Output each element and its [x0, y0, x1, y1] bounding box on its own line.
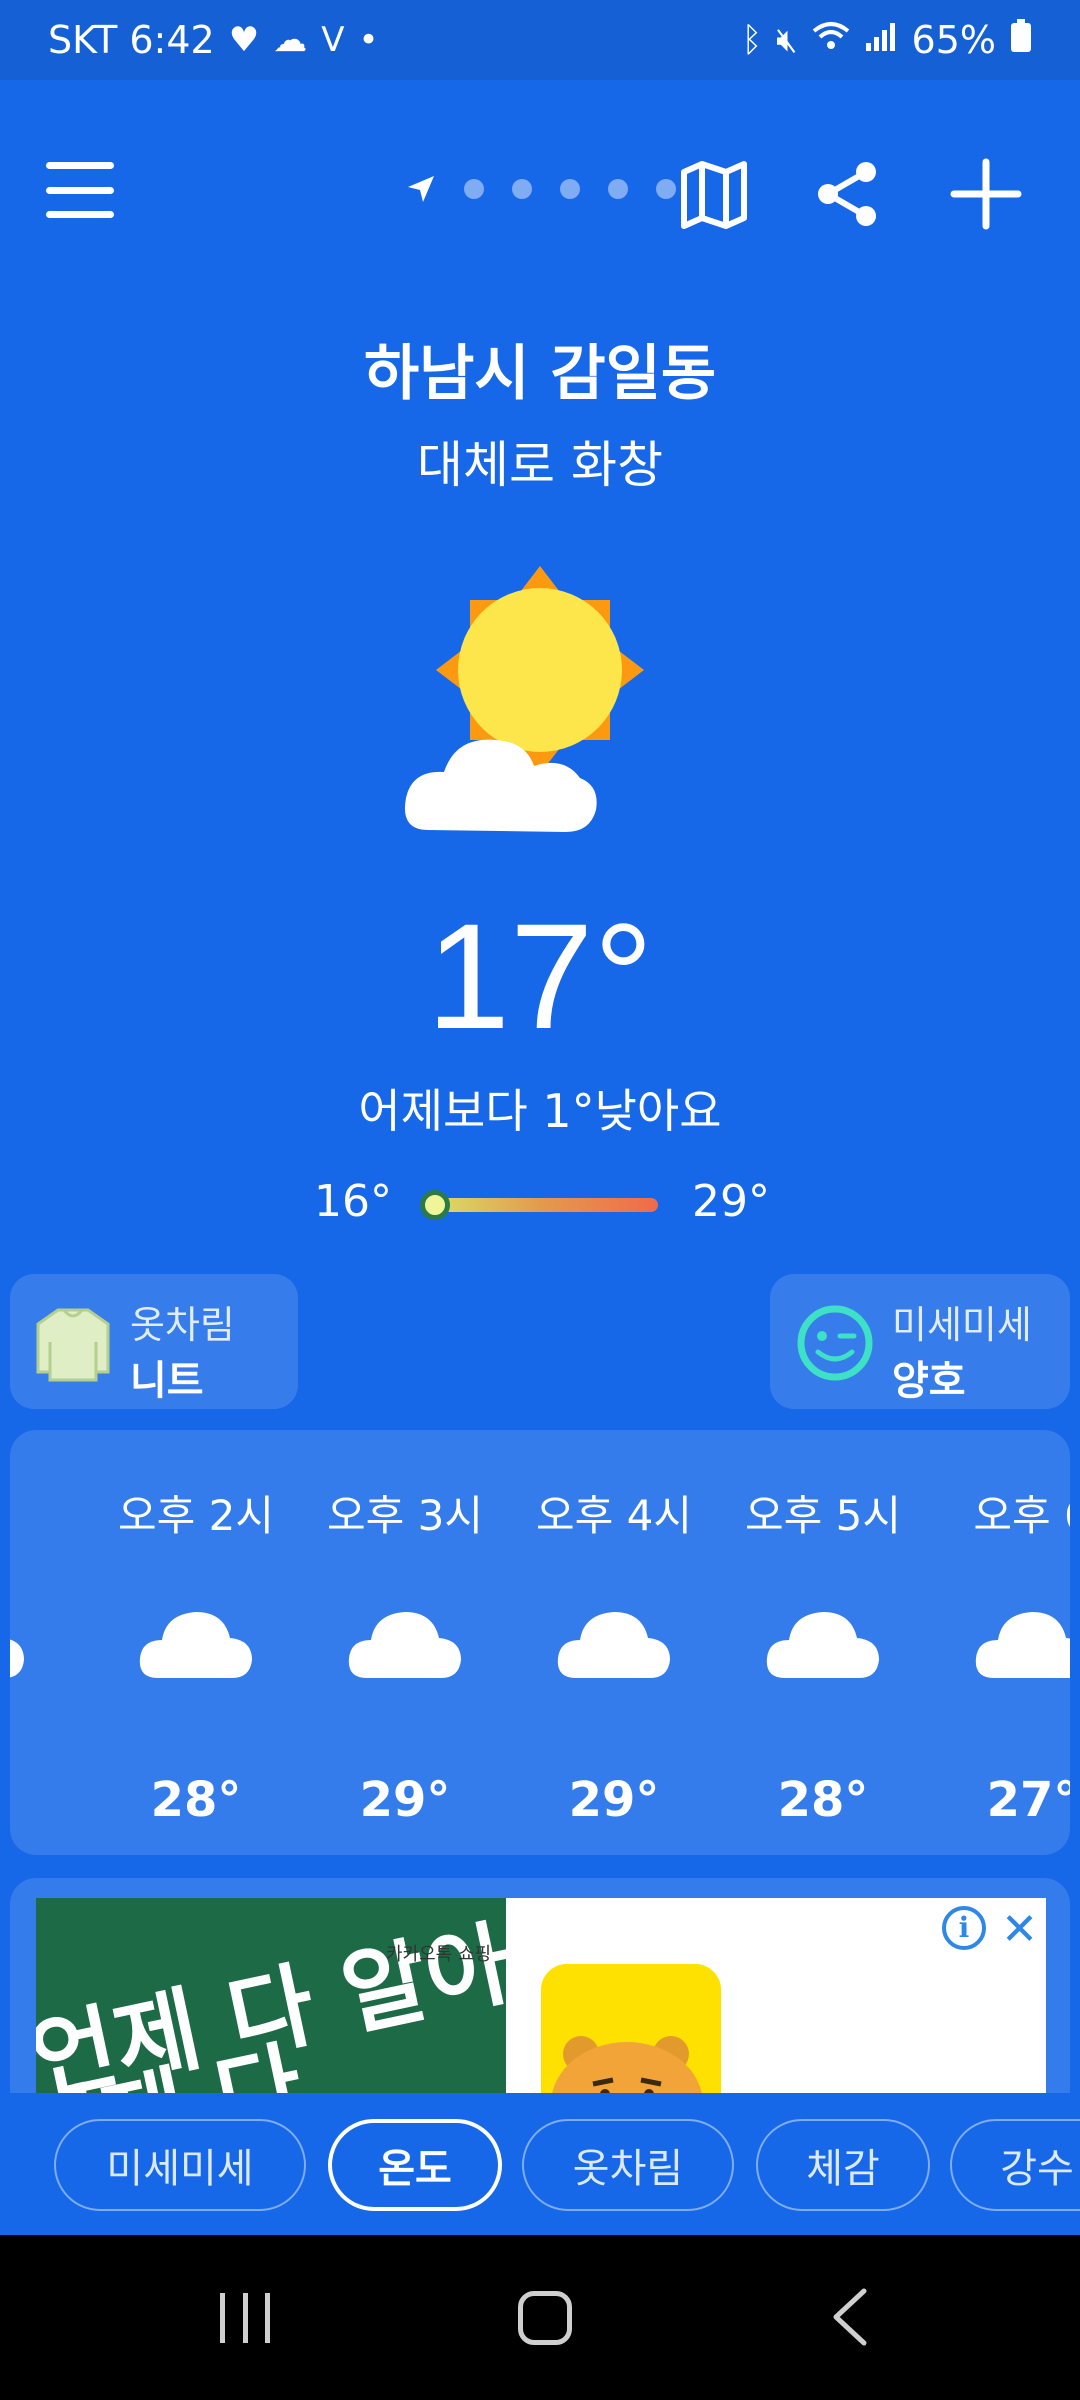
partly-sunny-icon [404, 566, 644, 832]
cloud-icon [139, 1612, 252, 1678]
cloud-icon [557, 1612, 670, 1678]
cloud-icon [348, 1612, 461, 1678]
back-icon[interactable] [820, 2287, 880, 2347]
hour-column: 1시 ° [10, 1430, 68, 1855]
status-right: ᛒ 🔇︎ 65% [742, 18, 1032, 62]
hour-time: 오후 4시 [536, 1491, 692, 1540]
tab-precipitation[interactable]: 강수 [950, 2119, 1080, 2211]
tab-feels-like[interactable]: 체감 [756, 2119, 930, 2211]
page-dot [512, 179, 532, 199]
page-indicator[interactable] [406, 174, 676, 204]
range-bar [424, 1198, 658, 1212]
cloud-icon: ☁ [273, 20, 308, 60]
cloud-icon [10, 1639, 24, 1678]
clothes-card[interactable]: 옷차림 니트 [10, 1274, 298, 1409]
signal-icon [864, 20, 898, 60]
hour-time: 1시 [10, 1482, 68, 1543]
hour-time: 오후 5시 [745, 1491, 901, 1540]
dot-icon: • [358, 20, 379, 60]
add-icon[interactable] [950, 158, 1022, 230]
hour-column: 오후 6 27° [932, 1430, 1070, 1855]
status-bar: SKT 6:42 ♥ ☁ V • ᛒ 🔇︎ 65% [0, 0, 1080, 80]
tab-temperature[interactable]: 온도 [328, 2119, 502, 2211]
hour-time: 오후 3시 [327, 1491, 483, 1540]
battery-percent: 65% [911, 18, 996, 62]
high-temperature: 29° [692, 1176, 770, 1227]
app-v-icon: V [321, 20, 345, 60]
recent-apps-icon[interactable] [220, 2293, 270, 2343]
page-dot [560, 179, 580, 199]
status-left: SKT 6:42 ♥ ☁ V • [48, 18, 379, 62]
ad-banner[interactable]: 언제 다 알아 언제 다 카카오톡 쇼핑 i ✕ [10, 1878, 1070, 2093]
temperature-range: 16° 29° [0, 1170, 1080, 1230]
system-nav-bar [0, 2235, 1080, 2400]
ad-info-icon[interactable]: i [942, 1906, 986, 1950]
current-temperature: 17° [426, 892, 654, 1060]
ad-content[interactable]: 언제 다 알아 언제 다 카카오톡 쇼핑 i ✕ [36, 1898, 1046, 2093]
low-temperature: 16° [314, 1176, 392, 1227]
hour-time: 오후 2시 [118, 1491, 274, 1540]
mute-icon: 🔇︎ [776, 20, 798, 60]
character-icon [541, 1964, 721, 2093]
bluetooth-icon: ᛒ [741, 20, 763, 60]
menu-icon[interactable] [46, 162, 114, 218]
clothes-value: 니트 [130, 1358, 204, 1404]
clothes-label: 옷차림 [130, 1303, 235, 1347]
tab-dust[interactable]: 미세미세 [54, 2119, 306, 2211]
location-arrow-icon [408, 176, 434, 202]
top-bar [0, 130, 1080, 250]
dust-label: 미세미세 [892, 1303, 1032, 1347]
home-icon[interactable] [518, 2291, 572, 2345]
ad-small-text: 카카오톡 쇼핑 [386, 1944, 492, 1965]
wifi-icon [812, 20, 850, 60]
hour-column: 오후 4시 29° [514, 1430, 714, 1855]
hour-temperature: 27° [986, 1772, 1070, 1828]
hour-column: 오후 2시 28° [96, 1430, 296, 1855]
hour-temperature: 29° [359, 1772, 451, 1828]
location-title[interactable]: 하남시 감일동 [0, 325, 1080, 412]
hourly-forecast[interactable]: 1시 ° 오후 2시 28° 오후 3시 29° 오후 4시 29° 오후 5시… [10, 1430, 1070, 1855]
current-marker [420, 1190, 450, 1220]
hour-column: 오후 5시 28° [723, 1430, 923, 1855]
sweater-icon [36, 1308, 110, 1382]
hour-column: 오후 3시 29° [305, 1430, 505, 1855]
dust-card[interactable]: 미세미세 양호 [770, 1274, 1070, 1409]
page-dot [608, 179, 628, 199]
share-icon[interactable] [812, 158, 884, 230]
hour-temperature: 29° [568, 1772, 660, 1828]
yesterday-comparison: 어제보다 1°낮아요 [358, 1084, 722, 1138]
tab-clothes[interactable]: 옷차림 [522, 2119, 734, 2211]
ad-close-icon[interactable]: ✕ [1001, 1904, 1038, 1955]
category-tabs: 미세미세 온도 옷차림 체감 강수 [0, 2093, 1080, 2235]
hour-temperature: 28° [777, 1772, 869, 1828]
heart-pulse-icon: ♥ [228, 20, 260, 60]
ad-image: 언제 다 알아 언제 다 카카오톡 쇼핑 [36, 1898, 506, 2093]
page-dot [464, 179, 484, 199]
winking-face-icon [797, 1305, 873, 1381]
page-dot [656, 179, 676, 199]
battery-icon [1010, 18, 1032, 62]
carrier-time: SKT 6:42 [48, 18, 215, 62]
cloud-icon [766, 1612, 879, 1678]
hour-temperature: 28° [150, 1772, 242, 1828]
weather-condition: 대체로 화창 [417, 436, 663, 494]
map-icon[interactable] [678, 158, 750, 230]
hour-temperature: ° [10, 1772, 68, 1828]
hour-time: 오후 6 [973, 1491, 1070, 1540]
cloud-icon [975, 1612, 1070, 1678]
dust-value: 양호 [892, 1358, 966, 1404]
